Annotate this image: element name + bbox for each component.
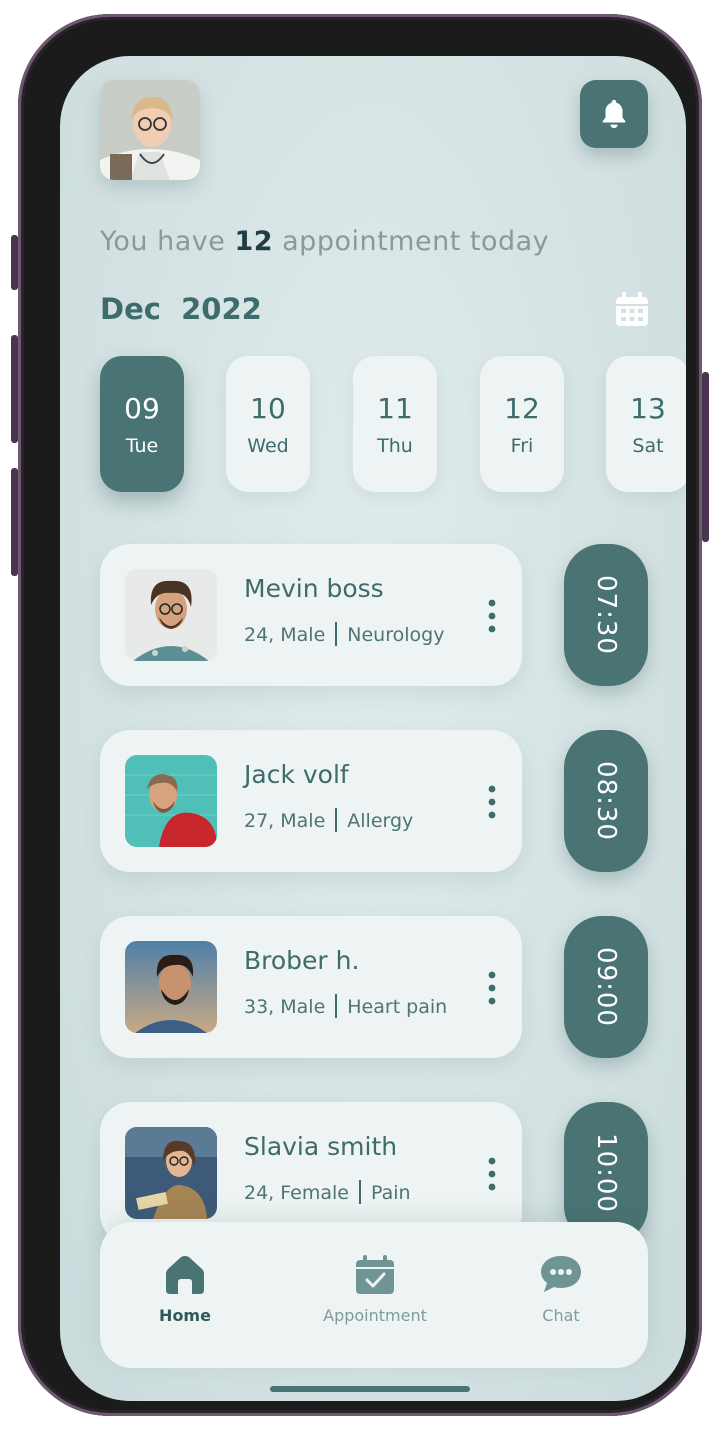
patient-details: 24, Female Pain [244,1180,411,1204]
day-chip-12[interactable]: 12 Fri [480,356,564,492]
greeting-prefix: You have [100,226,226,257]
patient-name: Slavia smith [244,1132,398,1161]
time-label: 09:00 [591,947,621,1027]
notification-button[interactable] [580,80,648,148]
appointment-time[interactable]: 07:30 [564,544,648,686]
appointment-time[interactable]: 09:00 [564,916,648,1058]
day-number: 12 [504,391,540,425]
patient-details: 24, Male Neurology [244,622,444,646]
day-number: 11 [377,391,413,425]
divider [335,808,338,832]
home-indicator [270,1386,470,1392]
patient-reason: Allergy [347,810,414,832]
patient-age-gender: 24, Female [244,1182,349,1204]
day-number: 13 [630,391,666,425]
nav-appointment-label: Appointment [323,1306,427,1325]
month-label: Dec 2022 [100,292,262,326]
chat-bubble-icon [541,1256,581,1292]
greeting-suffix: appointment today [282,226,550,257]
kebab-menu-icon[interactable] [484,1156,500,1192]
divider [358,1180,361,1204]
silent-switch [11,235,18,290]
calendar-check-icon [356,1255,394,1294]
divider [335,622,338,646]
day-name: Fri [510,434,534,457]
kebab-menu-icon[interactable] [484,784,500,820]
patient-details: 27, Male Allergy [244,808,413,832]
patient-photo [125,755,217,847]
day-name: Thu [377,434,413,457]
nav-chat[interactable]: Chat [476,1254,646,1325]
patient-details: 33, Male Heart pain [244,994,447,1018]
patient-age-gender: 33, Male [244,996,326,1018]
day-chip-10[interactable]: 10 Wed [226,356,310,492]
patient-age-gender: 24, Male [244,624,326,646]
home-icon [166,1256,204,1294]
time-label: 07:30 [591,575,621,655]
appointments-summary: You have 12 appointment today [100,226,549,257]
doctor-avatar[interactable] [100,80,200,180]
day-chip-11[interactable]: 11 Thu [353,356,437,492]
bottom-navigation: Home Appointment Chat [100,1222,648,1368]
nav-appointment[interactable]: Appointment [290,1254,460,1325]
nav-home-label: Home [159,1306,211,1325]
patient-name: Jack volf [244,760,349,789]
day-chip-09[interactable]: 09 Tue [100,356,184,492]
patient-reason: Heart pain [347,996,448,1018]
day-name: Sat [632,434,664,457]
day-number: 10 [250,391,286,425]
appointment-card[interactable]: Brober h. 33, Male Heart pain [100,916,522,1058]
patient-reason: Neurology [347,624,445,646]
day-number: 09 [124,391,160,425]
patient-photo [125,1127,217,1219]
patient-name: Brober h. [244,946,360,975]
patient-reason: Pain [370,1182,411,1204]
bell-icon [602,99,626,129]
patient-age-gender: 27, Male [244,810,326,832]
appointment-time[interactable]: 08:30 [564,730,648,872]
kebab-menu-icon[interactable] [484,598,500,634]
day-chip-13[interactable]: 13 Sat [606,356,686,492]
volume-down-button [11,468,18,576]
day-name: Wed [247,434,289,457]
kebab-menu-icon[interactable] [484,970,500,1006]
calendar-icon[interactable] [612,290,652,330]
nav-home[interactable]: Home [100,1254,270,1325]
day-name: Tue [125,434,159,457]
patient-photo [125,569,217,661]
appointment-card[interactable]: Jack volf 27, Male Allergy [100,730,522,872]
nav-chat-label: Chat [542,1306,580,1325]
appointment-card[interactable]: Mevin boss 24, Male Neurology [100,544,522,686]
app-screen: You have 12 appointment today Dec 2022 0… [60,56,686,1401]
power-button [702,372,709,542]
time-label: 08:30 [591,761,621,841]
volume-up-button [11,335,18,443]
patient-name: Mevin boss [244,574,384,603]
patient-photo [125,941,217,1033]
time-label: 10:00 [591,1133,621,1213]
divider [335,994,338,1018]
appointment-count: 12 [234,226,274,257]
phone-frame: You have 12 appointment today Dec 2022 0… [18,14,702,1416]
